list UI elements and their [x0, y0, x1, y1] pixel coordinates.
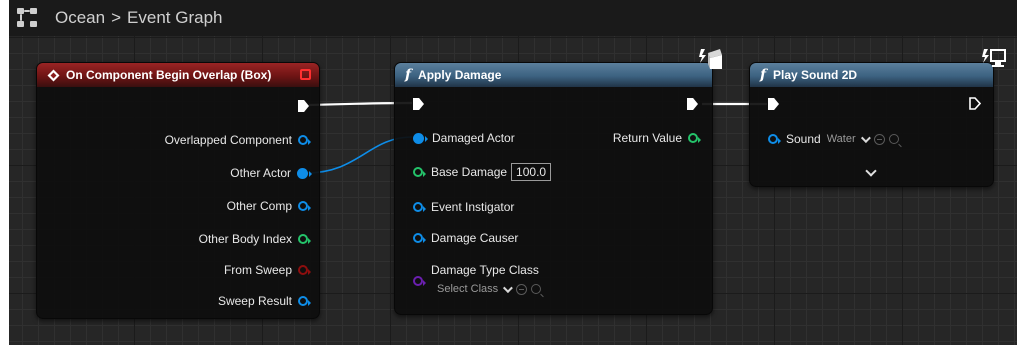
pin-other-comp[interactable]: Other Comp — [226, 199, 311, 213]
exec-out-arrow-icon — [687, 98, 698, 110]
pin-other-actor[interactable]: Other Actor — [230, 166, 312, 180]
play-sound-exec-in-pin[interactable] — [768, 98, 779, 110]
pin-label: Other Actor — [230, 166, 291, 180]
function-icon: f — [760, 67, 767, 83]
use-selected-asset-icon[interactable] — [873, 133, 885, 145]
pin-event-instigator[interactable]: Event Instigator — [413, 200, 514, 214]
event-exec-out-pin[interactable] — [298, 100, 309, 112]
graph-breadcrumb-bar: Ocean > Event Graph — [9, 0, 1017, 36]
event-diamond-icon — [47, 69, 60, 81]
authority-only-icon — [699, 49, 722, 69]
pin-label: Damaged Actor — [432, 131, 515, 145]
class-pin-icon[interactable] — [413, 276, 426, 286]
pin-damage-causer[interactable]: Damage Causer — [413, 231, 518, 245]
chevron-down-icon — [503, 282, 514, 293]
struct-pin-icon[interactable] — [298, 296, 311, 306]
object-pin-icon[interactable] — [298, 135, 311, 145]
pin-label: Other Body Index — [198, 232, 292, 246]
exec-out-hollow-icon — [969, 97, 981, 110]
pin-sound[interactable]: Sound Water — [768, 132, 899, 146]
pin-label: Return Value — [612, 131, 682, 145]
apply-damage-exec-out-pin[interactable] — [687, 98, 698, 110]
object-pin-icon[interactable] — [413, 233, 426, 243]
exec-in-arrow-icon — [768, 98, 779, 110]
float-pin-icon[interactable] — [413, 167, 426, 177]
delegate-pin-icon[interactable] — [300, 69, 311, 80]
breadcrumb-graph[interactable]: Event Graph — [127, 8, 222, 28]
pin-label: Sound — [786, 132, 821, 146]
apply-damage-header[interactable]: f Apply Damage — [395, 63, 712, 87]
dropdown-value: Select Class — [437, 283, 499, 295]
pin-label: Other Comp — [226, 199, 292, 213]
function-icon: f — [405, 67, 412, 83]
use-selected-asset-icon[interactable] — [516, 283, 528, 295]
browse-asset-icon[interactable] — [888, 134, 899, 144]
event-node-header[interactable]: On Component Begin Overlap (Box) — [37, 63, 319, 87]
integer-pin-icon[interactable] — [298, 234, 311, 244]
pin-label: Sweep Result — [217, 294, 292, 308]
object-pin-connected-icon[interactable] — [297, 167, 312, 179]
play-sound-header[interactable]: f Play Sound 2D — [750, 63, 993, 87]
browse-asset-icon[interactable] — [531, 284, 542, 294]
damage-type-class-dropdown[interactable]: Select Class — [437, 282, 514, 295]
event-node-title: On Component Begin Overlap (Box) — [66, 68, 272, 82]
pin-from-sweep[interactable]: From Sweep — [223, 263, 311, 277]
pin-label: Damage Causer — [431, 231, 519, 245]
pin-label: Base Damage — [431, 165, 508, 179]
boolean-pin-icon[interactable] — [298, 265, 311, 275]
pin-base-damage[interactable]: Base Damage 100.0 — [413, 163, 552, 181]
breadcrumb-separator: > — [111, 8, 122, 27]
dropdown-value: Water — [826, 133, 856, 145]
advanced-pins-expander-icon[interactable] — [865, 165, 877, 177]
pin-sweep-result[interactable]: Sweep Result — [217, 294, 311, 308]
breadcrumb-blueprint[interactable]: Ocean — [55, 8, 105, 28]
pin-other-body-index[interactable]: Other Body Index — [198, 232, 311, 246]
pin-return-value[interactable]: Return Value — [612, 131, 701, 145]
object-pin-connected-icon[interactable] — [413, 132, 428, 144]
pin-damaged-actor[interactable]: Damaged Actor — [413, 131, 515, 145]
chevron-down-icon — [860, 132, 871, 143]
function-node-play-sound-2d[interactable]: f Play Sound 2D Sound Water — [749, 62, 994, 187]
apply-damage-title: Apply Damage — [418, 68, 502, 82]
exec-in-arrow-icon — [413, 98, 424, 110]
event-node-begin-overlap[interactable]: On Component Begin Overlap (Box) Overlap… — [36, 62, 320, 319]
play-sound-title: Play Sound 2D — [773, 68, 858, 82]
object-pin-icon[interactable] — [768, 134, 781, 144]
object-pin-icon[interactable] — [413, 202, 426, 212]
pin-label: Damage Type Class — [431, 263, 539, 277]
float-pin-icon[interactable] — [688, 133, 701, 143]
pin-overlapped-component[interactable]: Overlapped Component — [164, 133, 311, 147]
pin-damage-type-class[interactable]: Damage Type Class Select Class — [413, 263, 542, 295]
sound-asset-dropdown[interactable]: Water — [826, 132, 871, 145]
exec-out-arrow-icon — [298, 100, 309, 112]
pin-label: Overlapped Component — [164, 133, 292, 147]
pin-label: Event Instigator — [431, 200, 515, 214]
play-sound-exec-out-pin[interactable] — [969, 97, 981, 110]
base-damage-input[interactable]: 100.0 — [511, 163, 552, 181]
pin-label: From Sweep — [223, 263, 292, 277]
object-pin-icon[interactable] — [298, 201, 311, 211]
event-graph-canvas[interactable]: Ocean > Event Graph On Component Begin O… — [9, 0, 1017, 345]
client-only-icon — [982, 49, 1006, 67]
apply-damage-exec-in-pin[interactable] — [413, 98, 424, 110]
blueprint-graph-icon — [17, 8, 39, 28]
function-node-apply-damage[interactable]: f Apply Damage Damaged Actor Return Valu… — [394, 62, 713, 315]
